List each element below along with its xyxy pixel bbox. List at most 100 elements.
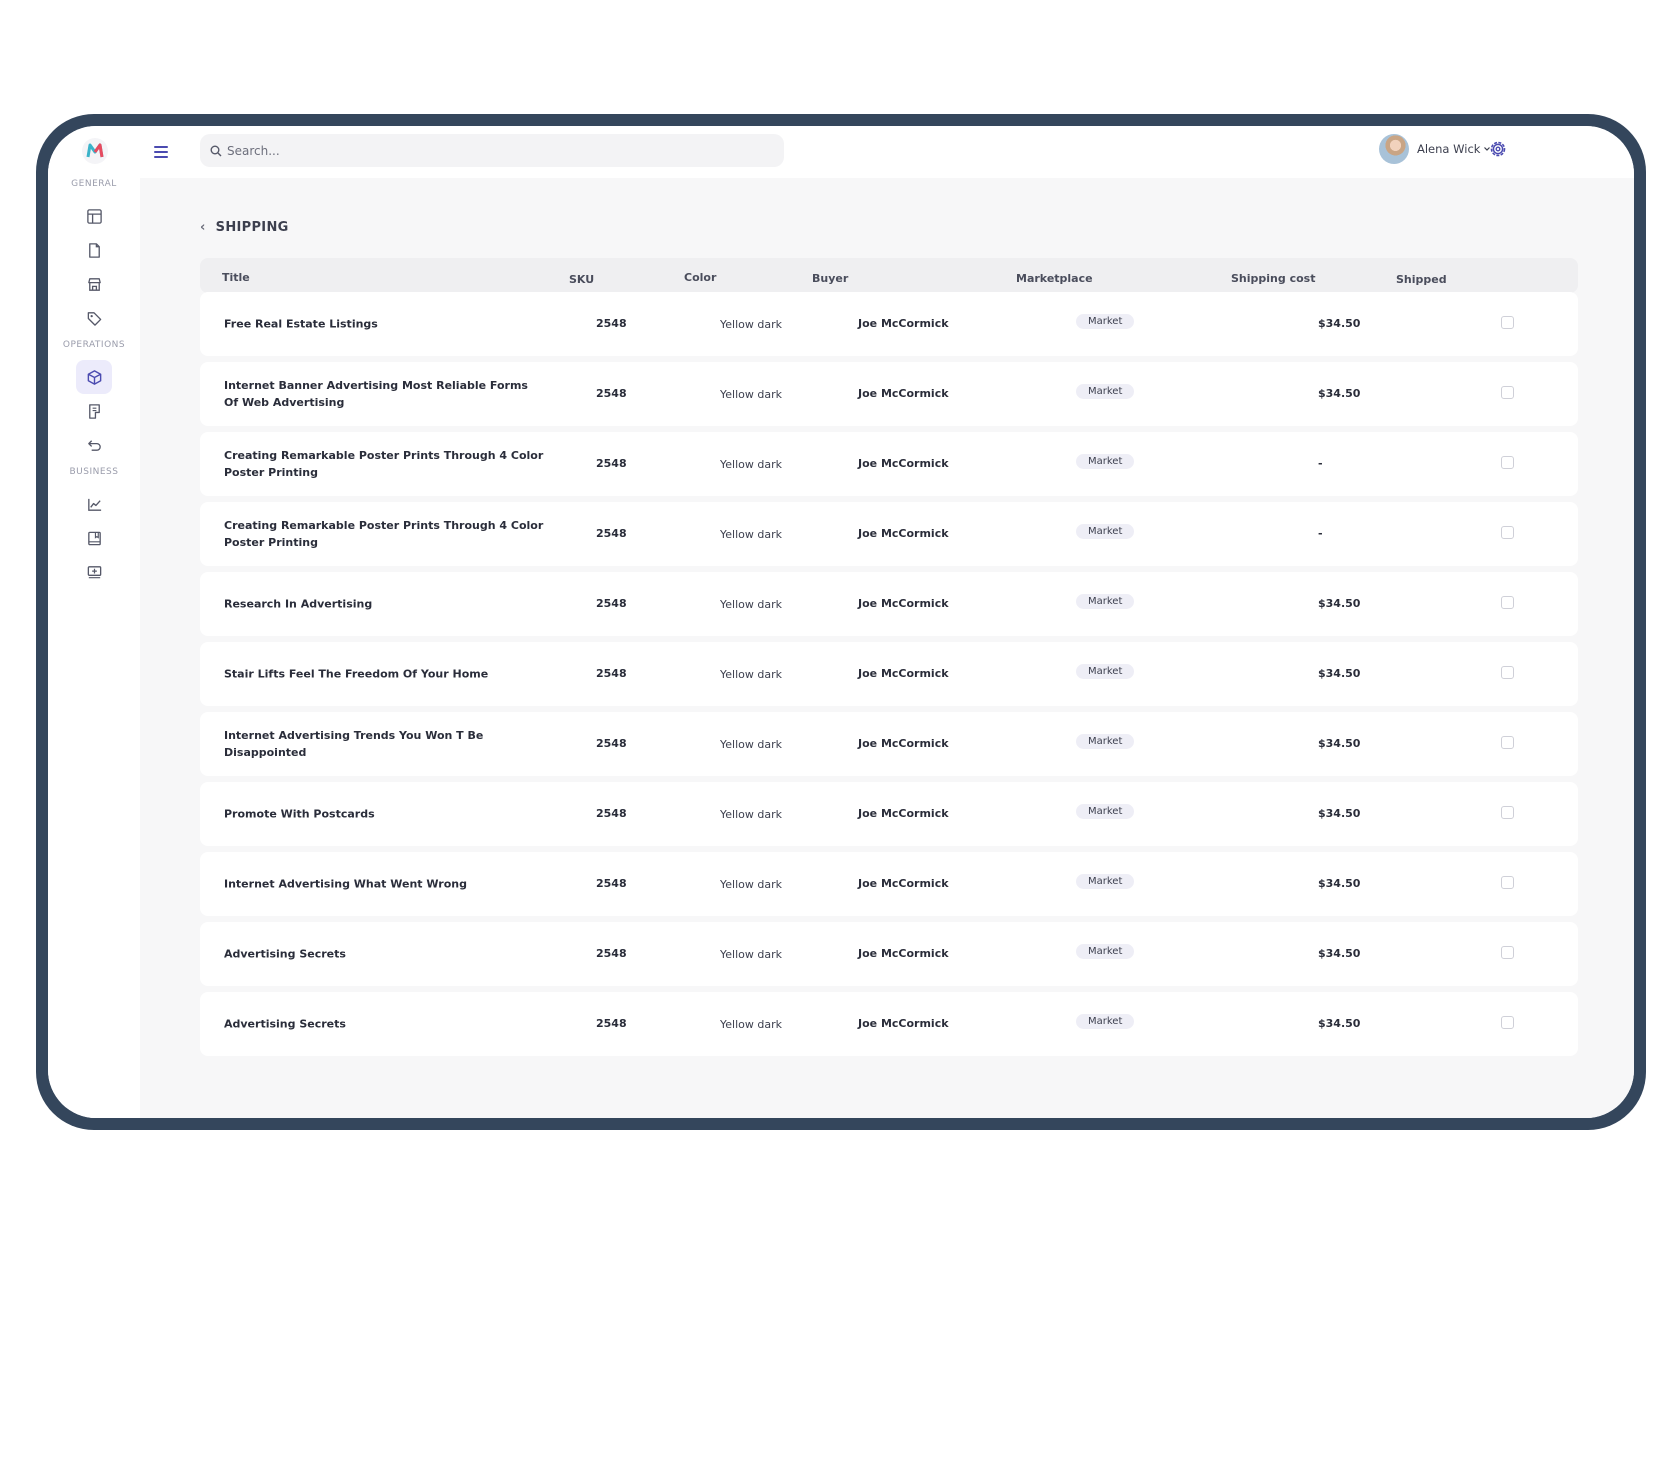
book-icon — [87, 531, 101, 545]
table-row[interactable]: Internet Banner Advertising Most Reliabl… — [200, 362, 1578, 426]
row-buyer: Joe McCormick — [858, 667, 949, 680]
row-color: Yellow dark — [720, 528, 782, 541]
shipped-checkbox[interactable] — [1501, 946, 1514, 959]
sidebar-item-catalog[interactable] — [76, 521, 112, 555]
sidebar-item-reports[interactable] — [76, 555, 112, 589]
row-buyer: Joe McCormick — [858, 807, 949, 820]
row-sku: 2548 — [596, 457, 627, 470]
shipped-checkbox[interactable] — [1501, 596, 1514, 609]
row-shipping-cost: - — [1318, 457, 1323, 470]
row-sku: 2548 — [596, 947, 627, 960]
row-buyer: Joe McCormick — [858, 737, 949, 750]
marketplace-badge: Market — [1076, 944, 1135, 959]
return-icon — [87, 439, 101, 451]
row-shipping-cost: $34.50 — [1318, 877, 1361, 890]
sidebar-item-shipping[interactable] — [76, 360, 112, 394]
column-title: Title — [222, 271, 250, 284]
row-color: Yellow dark — [720, 668, 782, 681]
shipped-checkbox[interactable] — [1501, 316, 1514, 329]
row-shipping-cost: $34.50 — [1318, 597, 1361, 610]
row-title: Internet Advertising Trends You Won T Be… — [224, 729, 484, 759]
row-sku: 2548 — [596, 807, 627, 820]
table-row[interactable]: Creating Remarkable Poster Prints Throug… — [200, 432, 1578, 496]
row-shipping-cost: $34.50 — [1318, 737, 1361, 750]
row-color: Yellow dark — [720, 318, 782, 331]
table-row[interactable]: Internet Advertising What Went Wrong 2548… — [200, 852, 1578, 916]
row-color: Yellow dark — [720, 388, 782, 401]
shipped-checkbox[interactable] — [1501, 456, 1514, 469]
marketplace-badge: Market — [1076, 384, 1135, 399]
table-row[interactable]: Advertising Secrets 2548 Yellow dark Joe Mc… — [200, 922, 1578, 986]
shipped-checkbox[interactable] — [1501, 736, 1514, 749]
gear-icon[interactable] — [1488, 139, 1508, 159]
table-row[interactable]: Free Real Estate Listings 2548 Yellow dark… — [200, 292, 1578, 356]
search-icon — [210, 145, 222, 156]
top-bar — [140, 126, 1634, 178]
shipped-checkbox[interactable] — [1501, 806, 1514, 819]
shipped-checkbox[interactable] — [1501, 876, 1514, 889]
sidebar-item-returns[interactable] — [76, 428, 112, 462]
sidebar-item-invoices[interactable] — [76, 394, 112, 428]
table-row[interactable]: Stair Lifts Feel The Freedom Of Your Hom… — [200, 642, 1578, 706]
row-color: Yellow dark — [720, 458, 782, 471]
table-row[interactable]: Promote With Postcards 2548 Yellow dark Joe… — [200, 782, 1578, 846]
user-menu[interactable]: Alena Wick — [1417, 142, 1491, 156]
row-shipping-cost: $34.50 — [1318, 1017, 1361, 1030]
row-shipping-cost: $34.50 — [1318, 807, 1361, 820]
hamburger-icon — [154, 146, 168, 148]
sidebar-section-operations: OPERATIONS — [62, 340, 126, 350]
search-input[interactable] — [227, 143, 747, 158]
shipped-checkbox[interactable] — [1501, 526, 1514, 539]
row-title: Advertising Secrets — [224, 1017, 346, 1031]
row-buyer: Joe McCormick — [858, 597, 949, 610]
table-header: Title SKU Color Buyer Marketplace Shippi… — [200, 258, 1578, 293]
main-content: ‹ SHIPPING Title SKU Color Buyer Marketp… — [140, 178, 1634, 1118]
column-sku: SKU — [569, 273, 595, 286]
app-logo-icon[interactable] — [82, 138, 108, 164]
table-row[interactable]: Advertising Secrets 2548 Yellow dark Joe Mc… — [200, 992, 1578, 1056]
marketplace-badge: Market — [1076, 524, 1135, 539]
row-color: Yellow dark — [720, 878, 782, 891]
row-sku: 2548 — [596, 527, 627, 540]
box-icon — [87, 369, 101, 385]
table-row[interactable]: Creating Remarkable Poster Prints Throug… — [200, 502, 1578, 566]
row-title: Research In Advertising — [224, 597, 373, 611]
shipped-checkbox[interactable] — [1501, 666, 1514, 679]
sidebar-item-dashboard[interactable] — [76, 199, 112, 233]
column-color: Color — [684, 271, 717, 284]
marketplace-badge: Market — [1076, 594, 1135, 609]
chart-icon — [87, 498, 101, 511]
back-chevron-icon[interactable]: ‹ — [200, 220, 206, 235]
row-shipping-cost: - — [1318, 527, 1323, 540]
sidebar-item-tags[interactable] — [76, 301, 112, 335]
shipped-checkbox[interactable] — [1501, 1016, 1514, 1029]
row-buyer: Joe McCormick — [858, 947, 949, 960]
row-shipping-cost: $34.50 — [1318, 317, 1361, 330]
sidebar-item-store[interactable] — [76, 267, 112, 301]
row-title: Promote With Postcards — [224, 807, 375, 821]
user-name: Alena Wick — [1417, 142, 1481, 156]
store-icon — [87, 277, 101, 291]
table-row[interactable]: Research In Advertising 2548 Yellow dark Jo… — [200, 572, 1578, 636]
row-sku: 2548 — [596, 877, 627, 890]
shipped-checkbox[interactable] — [1501, 386, 1514, 399]
table-row[interactable]: Internet Advertising Trends You Won T Be… — [200, 712, 1578, 776]
column-buyer: Buyer — [812, 272, 849, 285]
sidebar-item-analytics[interactable] — [76, 487, 112, 521]
layout-icon — [86, 208, 102, 224]
row-sku: 2548 — [596, 737, 627, 750]
row-sku: 2548 — [596, 667, 627, 680]
sidebar: GENERAL OPERATIONS BUSINESS — [48, 126, 140, 1118]
row-buyer: Joe McCormick — [858, 457, 949, 470]
row-title: Internet Banner Advertising Most Reliabl… — [224, 379, 528, 409]
row-buyer: Joe McCormick — [858, 527, 949, 540]
row-title: Internet Advertising What Went Wrong — [224, 877, 467, 891]
monitor-icon — [87, 565, 101, 578]
page-title: SHIPPING — [215, 220, 289, 235]
row-sku: 2548 — [596, 597, 627, 610]
sidebar-item-documents[interactable] — [76, 233, 112, 267]
menu-toggle-button[interactable] — [154, 142, 174, 162]
avatar[interactable] — [1379, 134, 1409, 164]
row-color: Yellow dark — [720, 738, 782, 751]
row-shipping-cost: $34.50 — [1318, 387, 1361, 400]
